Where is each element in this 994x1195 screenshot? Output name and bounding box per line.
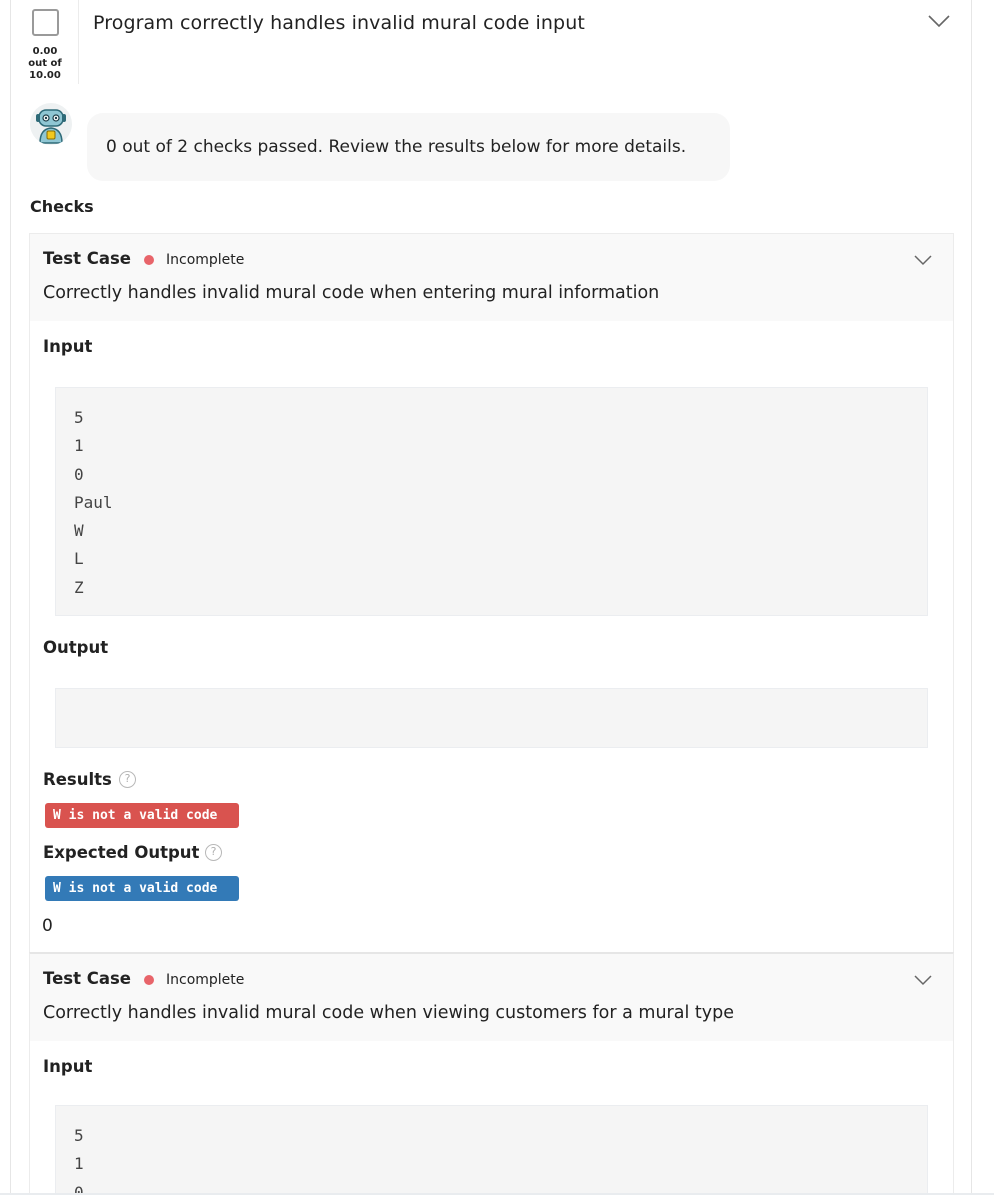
score-column: 0.00 out of 10.00	[11, 0, 79, 84]
question-title: Program correctly handles invalid mural …	[93, 12, 585, 34]
expected-extra-text: 0	[42, 916, 53, 936]
question-panel: 0.00 out of 10.00 Program correctly hand…	[10, 0, 972, 1195]
score-total: 10.00	[29, 70, 61, 81]
expected-diff-badge: W is not a valid code	[45, 876, 239, 901]
help-icon[interactable]: ?	[119, 771, 136, 788]
output-label: Output	[43, 638, 109, 657]
bot-message-text: 0 out of 2 checks passed. Review the res…	[106, 137, 687, 157]
robot-icon	[30, 103, 72, 145]
status-dot	[144, 975, 154, 985]
output-box	[55, 688, 928, 748]
status-badge: Incomplete	[166, 252, 245, 268]
test-case-label: Test Case	[43, 249, 131, 268]
chevron-down-icon[interactable]	[914, 254, 932, 266]
score-out-of: out of	[28, 58, 62, 69]
test-case-description: Correctly handles invalid mural code whe…	[43, 1003, 734, 1023]
result-diff-badge: W is not a valid code	[45, 803, 239, 828]
input-label: Input	[43, 337, 93, 356]
input-label: Input	[43, 1057, 93, 1076]
score-earned: 0.00	[32, 46, 58, 57]
score-display: 0.00 out of 10.00	[11, 46, 79, 82]
bot-message-bubble: 0 out of 2 checks passed. Review the res…	[87, 113, 730, 181]
checks-heading: Checks	[30, 197, 94, 216]
chevron-down-icon[interactable]	[914, 974, 932, 986]
expected-output-label: Expected Output	[43, 843, 200, 862]
help-icon[interactable]: ?	[205, 844, 222, 861]
input-box: 5 1 0	[55, 1105, 928, 1195]
test-case-description: Correctly handles invalid mural code whe…	[43, 283, 660, 303]
chevron-down-icon[interactable]	[928, 14, 950, 28]
question-checkbox[interactable]	[32, 9, 59, 36]
input-text: 5 1 0	[74, 1126, 84, 1195]
test-case-card: Test Case Incomplete Correctly handles i…	[29, 952, 954, 1195]
input-text: 5 1 0 Paul W L Z	[74, 408, 113, 597]
results-label: Results	[43, 770, 112, 789]
test-case-label: Test Case	[43, 969, 131, 988]
test-case-header[interactable]: Test Case Incomplete Correctly handles i…	[30, 234, 953, 321]
status-badge: Incomplete	[166, 972, 245, 988]
test-case-card: Test Case Incomplete Correctly handles i…	[29, 233, 954, 953]
test-case-header[interactable]: Test Case Incomplete Correctly handles i…	[30, 954, 953, 1041]
output-text	[56, 689, 927, 705]
status-dot	[144, 255, 154, 265]
input-box: 5 1 0 Paul W L Z	[55, 387, 928, 616]
